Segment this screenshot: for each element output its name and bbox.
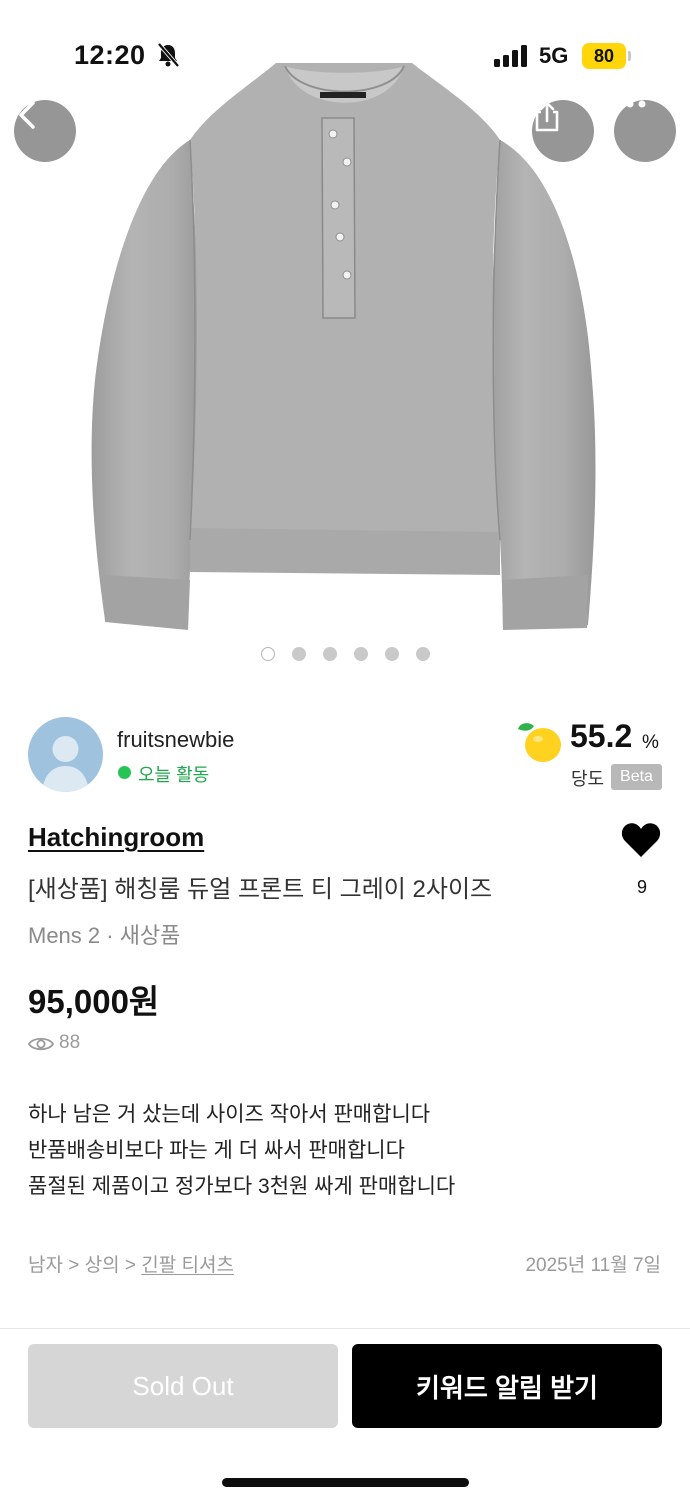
beta-badge: Beta xyxy=(611,764,662,790)
brand-link[interactable]: Hatchingroom xyxy=(28,822,204,853)
product-description: 하나 남은 거 샀는데 사이즈 작아서 판매합니다 반품배송비보다 파는 게 더… xyxy=(28,1100,455,1208)
product-photo xyxy=(91,63,596,630)
view-count: 88 xyxy=(59,1032,81,1053)
chevron-left-icon xyxy=(19,101,35,129)
category-level2[interactable]: 상의 xyxy=(85,1255,120,1276)
sweetness-value: 55.2 xyxy=(570,718,633,754)
product-meta: Mens 2 · 새상품 xyxy=(28,923,181,948)
page-dot[interactable] xyxy=(353,647,368,661)
description-line: 하나 남은 거 샀는데 사이즈 작아서 판매합니다 xyxy=(28,1103,431,1126)
bottom-action-bar: Sold Out 키워드 알림 받기 xyxy=(0,1328,690,1501)
product-price: 95,000원 xyxy=(28,983,160,1020)
status-time: 12:20 xyxy=(74,40,146,70)
share-icon xyxy=(535,101,559,132)
keyword-alert-button[interactable]: 키워드 알림 받기 xyxy=(352,1344,662,1428)
category-breadcrumb: 남자 > 상의 > 긴팔 티셔츠 xyxy=(28,1250,234,1277)
heart-icon[interactable] xyxy=(621,822,661,863)
seller-activity: 오늘 활동 xyxy=(138,765,210,785)
product-title: [새상품] 해칭룸 듀얼 프론트 티 그레이 2사이즈 xyxy=(28,876,493,903)
battery-level: 80 xyxy=(582,43,626,69)
gallery-pagination xyxy=(0,647,690,661)
page-dot[interactable] xyxy=(291,647,306,661)
page-dot[interactable] xyxy=(322,647,337,661)
battery-tip xyxy=(628,51,631,61)
page-dot[interactable] xyxy=(415,647,430,661)
product-image-gallery[interactable]: 12:20 5G 80 xyxy=(0,0,690,690)
avatar[interactable] xyxy=(28,717,103,792)
category-level3[interactable]: 긴팔 티셔츠 xyxy=(141,1255,234,1276)
like-count: 9 xyxy=(636,877,647,897)
post-date: 2025년 11월 7일 xyxy=(525,1255,661,1276)
breadcrumb-separator: > xyxy=(62,1255,85,1276)
description-line: 반품배송비보다 파는 게 더 싸서 판매합니다 xyxy=(28,1139,405,1162)
page-dot[interactable] xyxy=(260,647,275,661)
online-status-dot xyxy=(118,766,131,779)
seller-name[interactable]: fruitsnewbie xyxy=(117,727,234,753)
page-dot[interactable] xyxy=(384,647,399,661)
sold-out-button: Sold Out xyxy=(28,1344,338,1428)
sweetness-label: 당도 xyxy=(571,769,605,789)
description-line: 품절된 제품이고 정가보다 3천원 싸게 판매합니다 xyxy=(28,1175,456,1198)
back-button[interactable] xyxy=(14,100,76,162)
default-user-icon xyxy=(42,736,89,792)
lemon-icon xyxy=(516,720,564,769)
more-icon xyxy=(614,100,646,108)
category-level1[interactable]: 남자 xyxy=(28,1255,63,1276)
eye-icon xyxy=(27,1035,55,1058)
sweetness-unit: % xyxy=(642,732,659,753)
status-bar: 12:20 5G 80 xyxy=(0,30,690,86)
network-type: 5G xyxy=(539,43,569,68)
more-button[interactable] xyxy=(614,100,676,162)
breadcrumb-separator: > xyxy=(119,1255,142,1276)
home-indicator[interactable] xyxy=(222,1478,469,1487)
share-button[interactable] xyxy=(532,100,594,162)
